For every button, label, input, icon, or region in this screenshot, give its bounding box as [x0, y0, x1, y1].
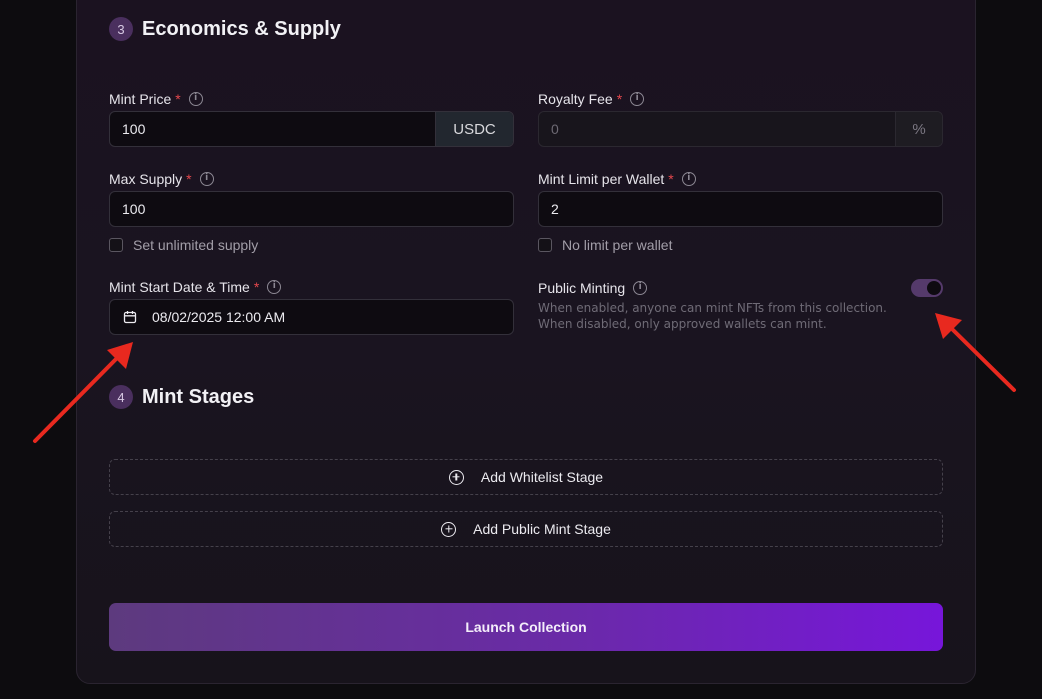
arrow-to-toggle: [935, 313, 1016, 392]
annotation-arrows: [33, 313, 1016, 443]
arrow-to-date-input: [33, 342, 133, 443]
